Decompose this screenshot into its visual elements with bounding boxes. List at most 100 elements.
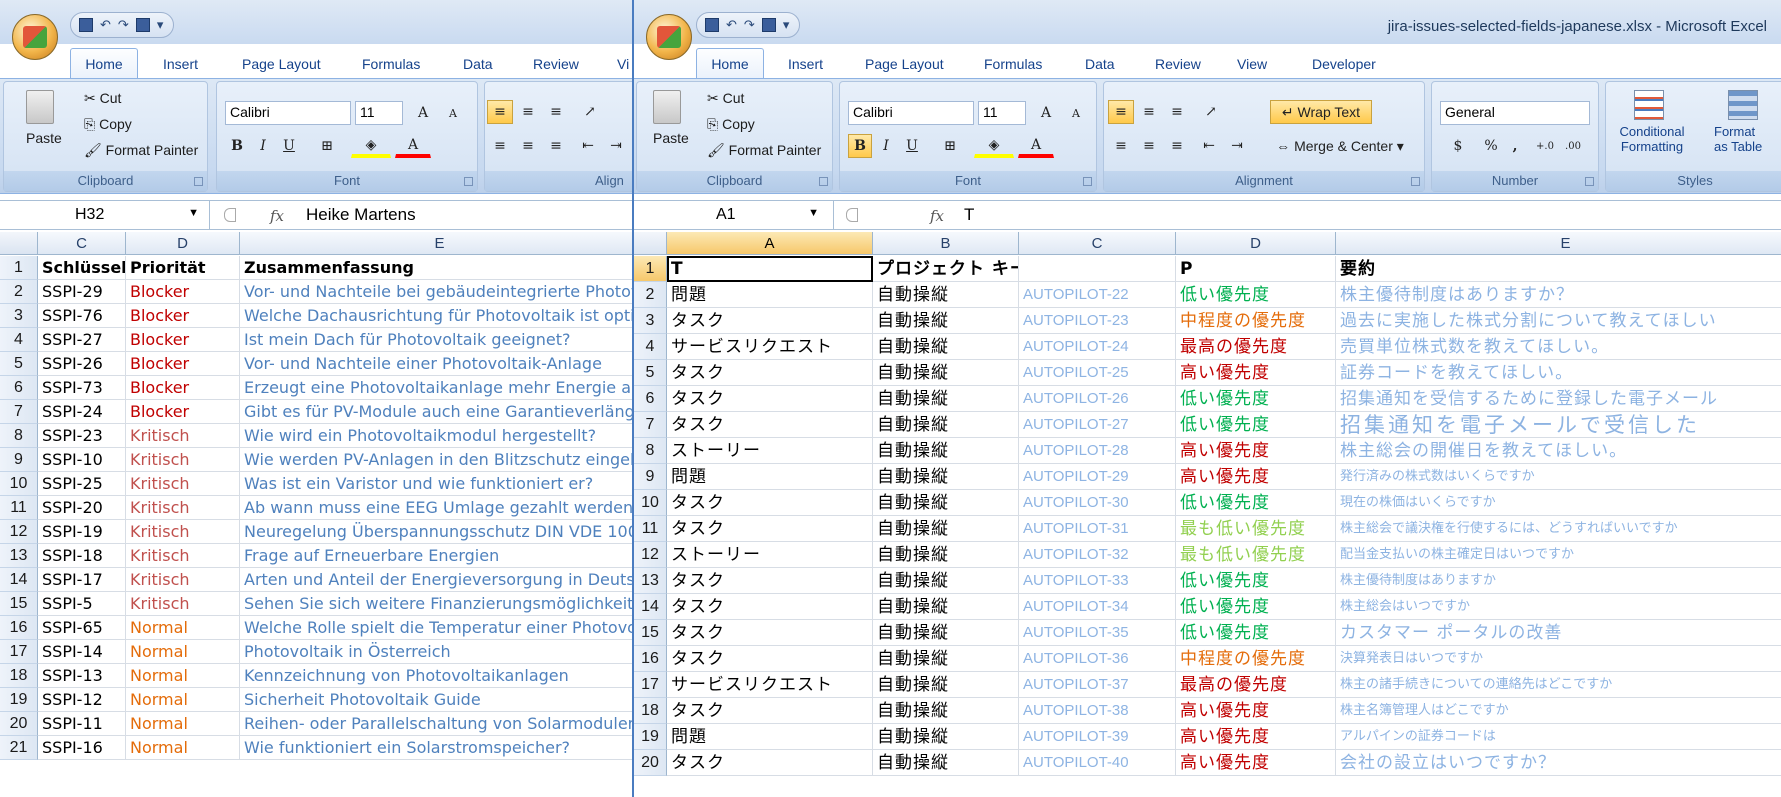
cell-b[interactable]: 自動操縦	[873, 516, 1019, 542]
cell-b[interactable]: 自動操縦	[873, 490, 1019, 516]
cell-e[interactable]: Kennzeichnung von Photovoltaikanlagen	[240, 664, 632, 688]
cell-c[interactable]: AUTOPILOT-30	[1019, 490, 1176, 516]
cell-c[interactable]: AUTOPILOT-36	[1019, 646, 1176, 672]
cell-e[interactable]: Frage auf Erneuerbare Energien	[240, 544, 632, 568]
cell-d[interactable]: Kritisch	[126, 424, 240, 448]
cell-e[interactable]: 要約	[1336, 256, 1781, 282]
cell-a[interactable]: タスク	[667, 646, 873, 672]
cell-d[interactable]: Blocker	[126, 328, 240, 352]
insert-function-icon[interactable]: fx	[270, 207, 284, 225]
cell-d[interactable]: Blocker	[126, 400, 240, 424]
font-size-select[interactable]: 11	[355, 101, 403, 125]
align-right-icon[interactable]: ≡	[543, 134, 569, 158]
cell-a[interactable]: タスク	[667, 568, 873, 594]
currency-icon[interactable]: $	[1440, 134, 1476, 158]
cell-c[interactable]: SSPI-65	[38, 616, 126, 640]
cell-e[interactable]: 現在の株価はいくらですか	[1336, 490, 1781, 516]
cell-c[interactable]: AUTOPILOT-23	[1019, 308, 1176, 334]
cell-d[interactable]: Kritisch	[126, 568, 240, 592]
cut-button[interactable]: ✂ Cut	[84, 90, 121, 107]
cell-e[interactable]: 証券コードを教えてほしい。	[1336, 360, 1781, 386]
row-header[interactable]: 11	[634, 516, 667, 542]
name-box-dropdown-icon[interactable]: ▼	[188, 207, 199, 219]
cell-b[interactable]: 自動操縦	[873, 360, 1019, 386]
cell-c[interactable]: SSPI-29	[38, 280, 126, 304]
merge-center-button[interactable]: ⇔ Merge & Center ▾	[1260, 134, 1420, 158]
cell-d[interactable]: Kritisch	[126, 448, 240, 472]
cell-b[interactable]: 自動操縦	[873, 672, 1019, 698]
cell-c[interactable]	[1019, 256, 1176, 282]
cell-e[interactable]: 売買単位株式数を教えてほしい。	[1336, 334, 1781, 360]
paste-button[interactable]: Paste	[26, 130, 62, 146]
cell-a[interactable]: T	[667, 256, 873, 282]
office-button[interactable]	[646, 14, 692, 60]
cell-e[interactable]: Wie wird ein Photovoltaikmodul hergestel…	[240, 424, 632, 448]
formula-bar-splitter[interactable]	[224, 208, 236, 222]
tab-review[interactable]: Review	[533, 52, 579, 78]
row-header[interactable]: 6	[0, 376, 38, 400]
tab-formulas[interactable]: Formulas	[362, 52, 420, 78]
conditional-formatting-button[interactable]: Conditional Formatting	[1608, 124, 1696, 154]
align-right-icon[interactable]: ≡	[1164, 134, 1190, 158]
cell-b[interactable]: 自動操縦	[873, 334, 1019, 360]
cell-c[interactable]: SSPI-24	[38, 400, 126, 424]
decrease-decimal-icon[interactable]: .00	[1560, 134, 1586, 158]
cell-a[interactable]: タスク	[667, 750, 873, 776]
cell-b[interactable]: 自動操縦	[873, 724, 1019, 750]
cell-c[interactable]: SSPI-25	[38, 472, 126, 496]
cell-a[interactable]: ストーリー	[667, 542, 873, 568]
row-header[interactable]: 12	[0, 520, 38, 544]
bold-icon[interactable]: B	[225, 134, 249, 158]
cell-d[interactable]: 最高の優先度	[1176, 334, 1336, 360]
cell-e[interactable]: Neuregelung Überspannungsschutz DIN VDE …	[240, 520, 632, 544]
cell-c[interactable]: AUTOPILOT-33	[1019, 568, 1176, 594]
cell-d[interactable]: 低い優先度	[1176, 490, 1336, 516]
select-all-corner[interactable]	[634, 232, 667, 255]
cell-a[interactable]: タスク	[667, 360, 873, 386]
clipboard-launcher-icon[interactable]	[194, 177, 203, 186]
fill-color-icon[interactable]: ◈	[974, 134, 1014, 158]
redo-icon[interactable]: ↷	[744, 18, 755, 33]
cell-e[interactable]: Welche Rolle spielt die Temperatur einer…	[240, 616, 632, 640]
cell-c[interactable]: SSPI-16	[38, 736, 126, 760]
tab-home[interactable]: Home	[696, 48, 764, 80]
row-header[interactable]: 16	[0, 616, 38, 640]
cell-b[interactable]: 自動操縦	[873, 412, 1019, 438]
cell-a[interactable]: タスク	[667, 386, 873, 412]
cell-e[interactable]: Sicherheit Photovoltaik Guide	[240, 688, 632, 712]
row-header[interactable]: 2	[0, 280, 38, 304]
cell-c[interactable]: AUTOPILOT-32	[1019, 542, 1176, 568]
cell-e[interactable]: Ist mein Dach für Photovoltaik geeignet?	[240, 328, 632, 352]
cell-d[interactable]: Normal	[126, 664, 240, 688]
name-box-dropdown-icon[interactable]: ▼	[808, 207, 819, 219]
italic-icon[interactable]: I	[251, 134, 275, 158]
column-header-d[interactable]: D	[126, 232, 240, 255]
alignment-launcher-icon[interactable]	[1411, 177, 1420, 186]
copy-button[interactable]: ⎘ Copy	[707, 116, 755, 133]
name-box[interactable]: A1 ▼	[634, 201, 834, 229]
cell-c[interactable]: AUTOPILOT-25	[1019, 360, 1176, 386]
cell-e[interactable]: Photovoltaik in Österreich	[240, 640, 632, 664]
cell-a[interactable]: 問題	[667, 464, 873, 490]
row-header[interactable]: 20	[634, 750, 667, 776]
cell-e[interactable]: 株主名簿管理人はどこですか	[1336, 698, 1781, 724]
row-header[interactable]: 8	[0, 424, 38, 448]
qat-dropdown-icon[interactable]: ▾	[783, 18, 790, 33]
orientation-icon[interactable]: ↗	[575, 100, 605, 124]
cell-b[interactable]: 自動操縦	[873, 698, 1019, 724]
column-header-c[interactable]: C	[38, 232, 126, 255]
cell-c[interactable]: Schlüssel	[38, 256, 126, 280]
cell-d[interactable]: 低い優先度	[1176, 412, 1336, 438]
increase-indent-icon[interactable]: ⇥	[1224, 134, 1250, 158]
cell-d[interactable]: 最も低い優先度	[1176, 516, 1336, 542]
align-middle-icon[interactable]: ≡	[515, 100, 541, 124]
cell-d[interactable]: 最も低い優先度	[1176, 542, 1336, 568]
cell-e[interactable]: 招集通知を電子メールで受信した	[1336, 412, 1781, 438]
cell-c[interactable]: AUTOPILOT-37	[1019, 672, 1176, 698]
cell-e[interactable]: Vor- und Nachteile einer Photovoltaik-An…	[240, 352, 632, 376]
qat-dropdown-icon[interactable]: ▾	[157, 18, 164, 33]
cell-c[interactable]: AUTOPILOT-40	[1019, 750, 1176, 776]
formula-bar-splitter[interactable]	[846, 208, 858, 222]
font-launcher-icon[interactable]	[464, 177, 473, 186]
wrap-text-button[interactable]: ↵ Wrap Text	[1270, 100, 1372, 124]
